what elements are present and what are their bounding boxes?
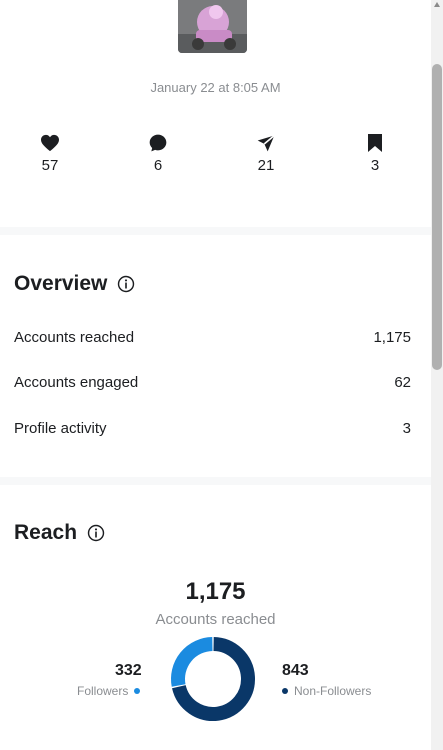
non-followers-dot xyxy=(282,688,288,694)
saves-stat[interactable]: 3 xyxy=(345,133,405,174)
donut-slice-followers xyxy=(171,637,213,687)
followers-count: 332 xyxy=(115,662,142,679)
post-thumbnail-image xyxy=(178,0,247,53)
non-followers-count: 843 xyxy=(282,662,309,679)
section-divider xyxy=(0,227,431,235)
reach-donut-chart xyxy=(171,637,255,721)
overview-title: Overview xyxy=(14,272,108,295)
comments-stat[interactable]: 6 xyxy=(128,133,188,174)
info-icon[interactable] xyxy=(87,524,105,542)
post-thumbnail[interactable] xyxy=(178,0,247,53)
shares-stat[interactable]: 21 xyxy=(236,133,296,174)
section-divider xyxy=(0,477,431,485)
overview-row-profile-activity[interactable]: Profile activity 3 xyxy=(14,420,411,437)
likes-stat[interactable]: 57 xyxy=(20,133,80,174)
overview-row-accounts-engaged[interactable]: Accounts engaged 62 xyxy=(14,374,411,391)
row-value: 3 xyxy=(402,420,411,437)
reach-total-label: Accounts reached xyxy=(155,611,276,628)
scroll-up-arrow-icon[interactable] xyxy=(434,2,440,7)
overview-heading: Overview xyxy=(14,272,135,296)
share-icon xyxy=(236,133,296,153)
scrollbar-thumb[interactable] xyxy=(432,64,442,370)
reach-heading: Reach xyxy=(14,521,105,545)
reach-total: 1,175 xyxy=(185,578,246,605)
followers-dot xyxy=(134,688,141,694)
comment-icon xyxy=(128,133,188,153)
non-followers-label: Non-Followers xyxy=(294,684,372,698)
followers-legend: Followers xyxy=(77,684,141,698)
likes-count: 57 xyxy=(41,157,59,174)
post-stats: 57 6 21 3 xyxy=(0,133,431,183)
non-followers-legend: Non-Followers xyxy=(282,684,371,698)
overview-row-accounts-reached[interactable]: Accounts reached 1,175 xyxy=(14,329,411,346)
post-date: January 22 at 8:05 AM xyxy=(150,80,281,95)
comments-count: 6 xyxy=(153,157,163,174)
saves-count: 3 xyxy=(370,157,380,174)
row-label: Accounts reached xyxy=(14,329,135,346)
followers-label: Followers xyxy=(77,684,129,698)
heart-icon xyxy=(20,133,80,153)
reach-title: Reach xyxy=(14,521,78,544)
row-label: Accounts engaged xyxy=(14,374,139,391)
row-value: 1,175 xyxy=(373,329,411,346)
info-icon[interactable] xyxy=(117,275,135,293)
shares-count: 21 xyxy=(257,157,275,174)
bookmark-icon xyxy=(345,133,405,153)
row-label: Profile activity xyxy=(14,420,107,437)
row-value: 62 xyxy=(394,374,411,391)
post-insights-page: January 22 at 8:05 AM 57 6 21 3 Overview… xyxy=(0,0,431,750)
